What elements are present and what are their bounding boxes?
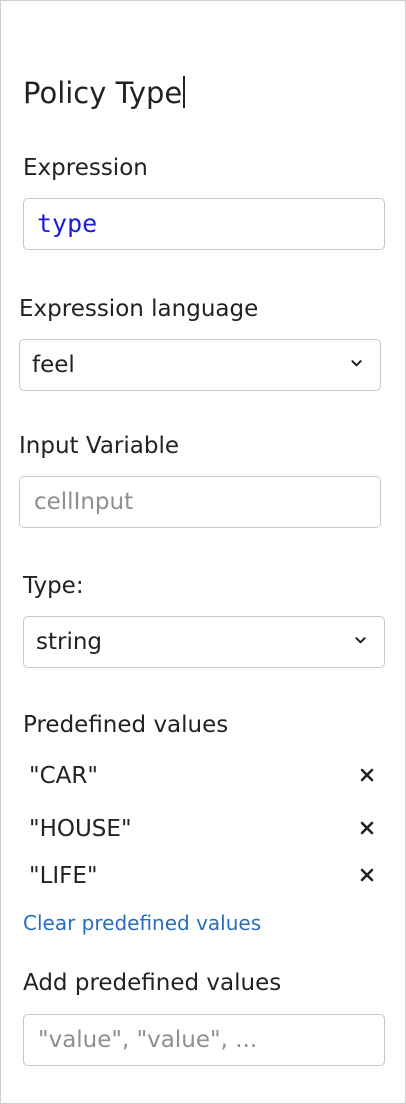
input-variable-field-wrap (19, 476, 381, 528)
close-icon[interactable] (359, 820, 375, 836)
chevron-down-icon (355, 637, 366, 644)
expression-language-value: feel (32, 352, 75, 378)
input-variable-label: Input Variable (19, 433, 179, 459)
expression-value: type (37, 209, 98, 238)
clear-predefined-values-link[interactable]: Clear predefined values (23, 909, 261, 937)
predefined-value-item: "CAR" (23, 757, 385, 797)
predefined-value-item: "LIFE" (23, 857, 385, 897)
add-predefined-values-field-wrap (23, 1014, 385, 1066)
close-icon[interactable] (359, 867, 375, 883)
close-icon[interactable] (359, 767, 375, 783)
expression-field[interactable]: type (23, 198, 385, 250)
expression-language-label: Expression language (19, 296, 259, 322)
input-variable-input[interactable] (20, 477, 380, 527)
expression-label: Expression (23, 155, 148, 181)
predefined-values-label: Predefined values (23, 712, 229, 738)
text-cursor (183, 76, 186, 108)
predefined-value-text: "HOUSE" (29, 816, 132, 842)
panel-title-text: Policy Type (23, 76, 183, 110)
type-select[interactable]: string (23, 616, 385, 668)
type-label: Type: (23, 573, 84, 599)
decision-table-cell-panel: Policy Type Expression type Expression l… (0, 0, 406, 1104)
predefined-value-text: "LIFE" (29, 863, 98, 889)
chevron-down-icon (351, 360, 362, 367)
panel-title[interactable]: Policy Type (23, 73, 186, 113)
predefined-value-item: "HOUSE" (23, 810, 385, 850)
predefined-value-text: "CAR" (29, 763, 98, 789)
type-value: string (36, 629, 103, 655)
add-predefined-values-label: Add predefined values (23, 970, 282, 996)
expression-language-select[interactable]: feel (19, 339, 381, 391)
add-predefined-values-input[interactable] (24, 1015, 384, 1065)
